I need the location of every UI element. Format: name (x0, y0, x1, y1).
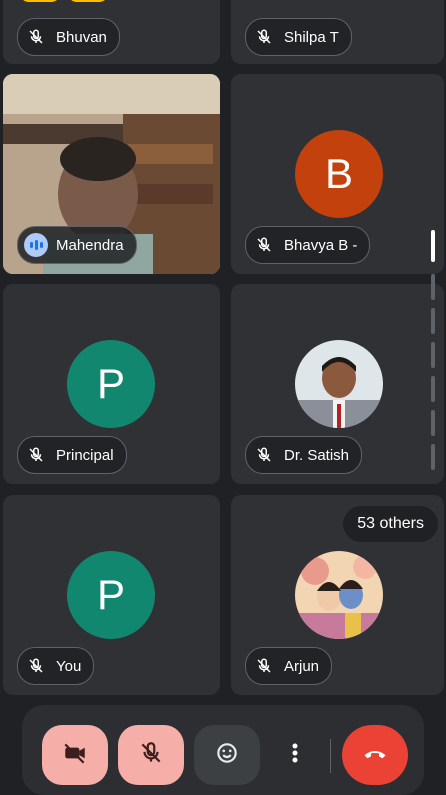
mic-off-icon (24, 654, 48, 678)
participant-name: You (56, 657, 82, 675)
name-pill: Principal (17, 436, 127, 474)
mic-off-icon (252, 25, 276, 49)
participant-tile-mahendra[interactable]: Mahendra (3, 74, 220, 274)
more-options-button[interactable] (272, 725, 318, 785)
participant-tile-you[interactable]: P You (3, 495, 220, 695)
name-pill: Bhavya B - (245, 226, 371, 264)
mic-off-icon (252, 233, 276, 257)
participant-name: Bhavya B - (284, 236, 358, 254)
speaking-indicator-icon (24, 233, 48, 257)
participant-tile-bhuvan[interactable]: Bhuvan (3, 0, 220, 64)
scrollbar-track (431, 342, 435, 368)
participant-name: Shilpa T (284, 28, 339, 46)
name-pill: You (17, 647, 95, 685)
scrollbar-track (431, 308, 435, 334)
avatar (295, 551, 383, 639)
mic-toggle-button[interactable] (118, 725, 184, 785)
mic-off-icon (252, 654, 276, 678)
camera-toggle-button[interactable] (42, 725, 108, 785)
scrollbar[interactable] (431, 230, 435, 490)
scrollbar-track (431, 410, 435, 436)
camera-off-icon (62, 740, 88, 771)
participant-tile-satish[interactable]: Dr. Satish (231, 284, 444, 484)
call-controls-toolbar (22, 705, 424, 795)
name-pill: Shilpa T (245, 18, 352, 56)
avatar: P (67, 551, 155, 639)
scrollbar-track (431, 444, 435, 470)
participant-tile-principal[interactable]: P Principal (3, 284, 220, 484)
participant-tile-bhavya[interactable]: B Bhavya B - (231, 74, 444, 274)
name-pill: Dr. Satish (245, 436, 363, 474)
mic-off-icon (24, 443, 48, 467)
participant-name: Dr. Satish (284, 446, 350, 464)
participant-tile-shilpa[interactable]: Shilpa T (231, 0, 444, 64)
avatar: B (295, 130, 383, 218)
avatar: P (67, 340, 155, 428)
mic-off-icon (138, 740, 164, 771)
participant-name: Bhuvan (56, 28, 107, 46)
avatar (295, 340, 383, 428)
reactions-button[interactable] (194, 725, 260, 785)
name-pill: Mahendra (17, 226, 137, 264)
name-pill: Bhuvan (17, 18, 120, 56)
emoji-icon (214, 740, 240, 771)
participant-name: Arjun (284, 657, 320, 675)
mic-off-icon (24, 25, 48, 49)
mic-off-icon (252, 443, 276, 467)
name-pill: Arjun (245, 647, 333, 685)
scrollbar-track (431, 274, 435, 300)
raised-hand-chip (67, 0, 109, 2)
others-count-button[interactable]: 53 others (343, 506, 438, 542)
scrollbar-thumb[interactable] (431, 230, 435, 262)
end-call-button[interactable] (342, 725, 408, 785)
toolbar-divider (330, 739, 331, 773)
more-vert-icon (285, 740, 305, 771)
participant-name: Mahendra (56, 236, 124, 254)
end-call-icon (361, 739, 389, 772)
raised-hand-chip (19, 0, 61, 2)
participant-name: Principal (56, 446, 114, 464)
others-count-label: 53 others (357, 515, 424, 532)
scrollbar-track (431, 376, 435, 402)
